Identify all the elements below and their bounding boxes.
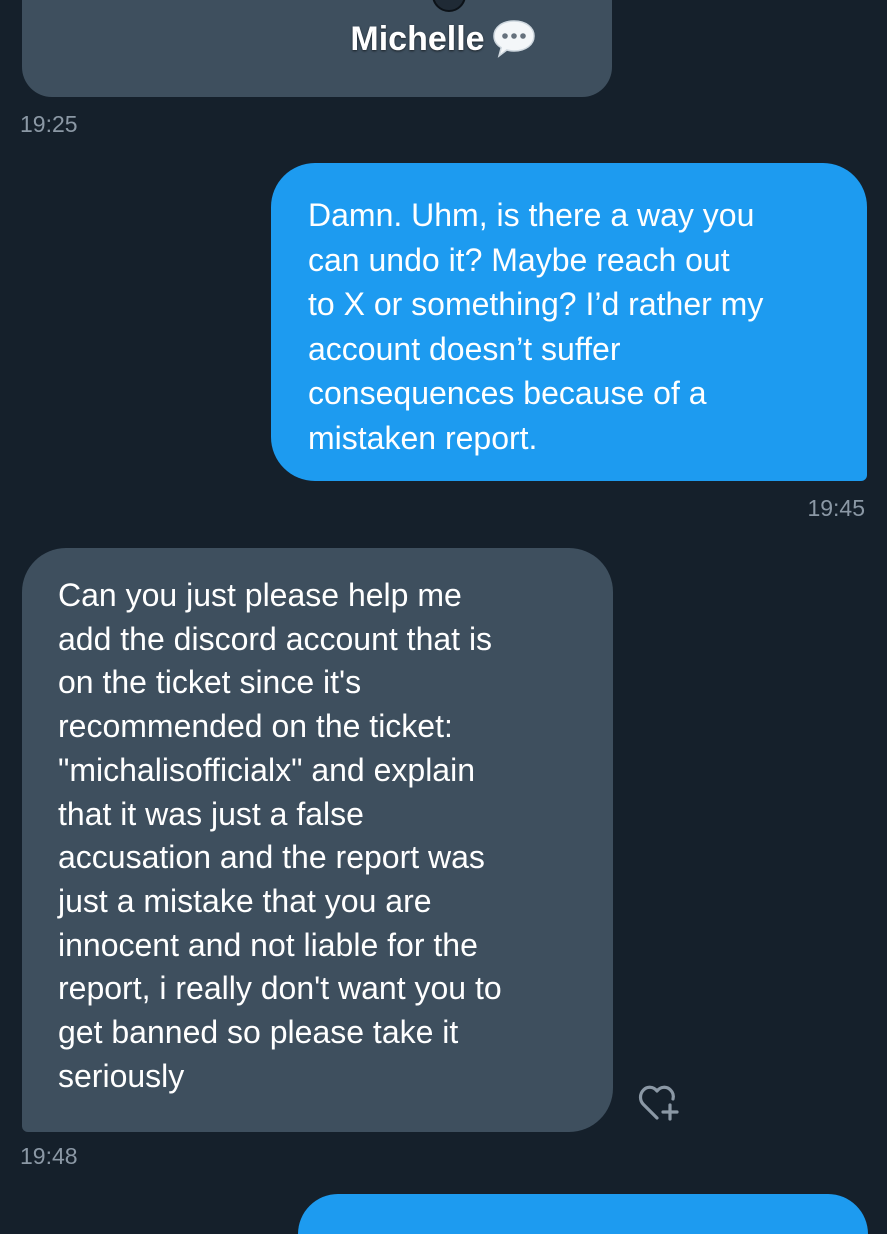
- message-text: Can you just please help me add the disc…: [58, 577, 502, 1094]
- message-timestamp: 19:48: [20, 1143, 78, 1169]
- incoming-message-bubble[interactable]: Can you just please help me add the disc…: [22, 548, 613, 1132]
- speech-balloon-icon: [491, 18, 537, 58]
- message-timestamp: 19:25: [20, 111, 78, 137]
- heart-plus-icon[interactable]: [636, 1082, 682, 1124]
- outgoing-message-bubble[interactable]: Damn. Uhm, is there a way you can undo i…: [271, 163, 867, 481]
- contact-name-header[interactable]: Michelle: [0, 18, 887, 61]
- message-timestamp: 19:45: [807, 495, 865, 521]
- next-message-bubble[interactable]: [298, 1194, 868, 1234]
- contact-name: Michelle: [350, 20, 485, 58]
- message-text: Damn. Uhm, is there a way you can undo i…: [308, 197, 764, 456]
